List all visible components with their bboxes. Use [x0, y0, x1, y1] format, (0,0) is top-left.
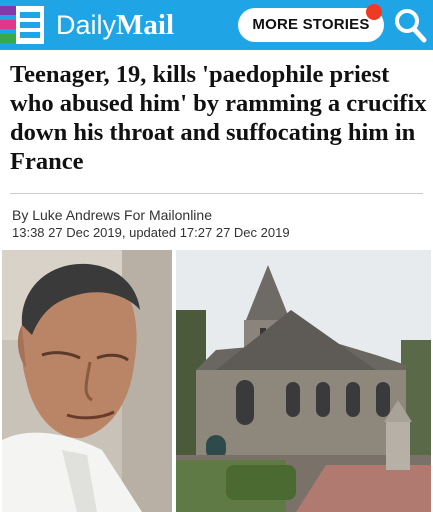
headline-divider: [10, 193, 423, 194]
logo-daily-text: Daily: [56, 10, 117, 40]
church-photo[interactable]: [176, 250, 431, 512]
search-icon[interactable]: [392, 6, 428, 44]
article-timestamp: 13:38 27 Dec 2019, updated 17:27 27 Dec …: [12, 225, 290, 240]
article-headline: Teenager, 19, kills 'paedophile priest w…: [10, 61, 427, 175]
menu-line: [20, 32, 40, 38]
menu-line: [20, 12, 40, 18]
menu-lines-panel: [16, 6, 44, 44]
more-stories-button[interactable]: MORE STORIES: [238, 8, 384, 42]
notification-dot-icon: [366, 4, 382, 20]
top-navigation-bar: DailyMail MORE STORIES: [0, 0, 433, 50]
priest-portrait-photo[interactable]: [2, 250, 172, 512]
daily-mail-logo[interactable]: DailyMail: [56, 8, 174, 42]
menu-line: [20, 22, 40, 28]
logo-mail-text: Mail: [116, 9, 175, 41]
article-byline: By Luke Andrews For Mailonline: [12, 207, 212, 223]
hamburger-menu-icon[interactable]: [0, 6, 48, 44]
